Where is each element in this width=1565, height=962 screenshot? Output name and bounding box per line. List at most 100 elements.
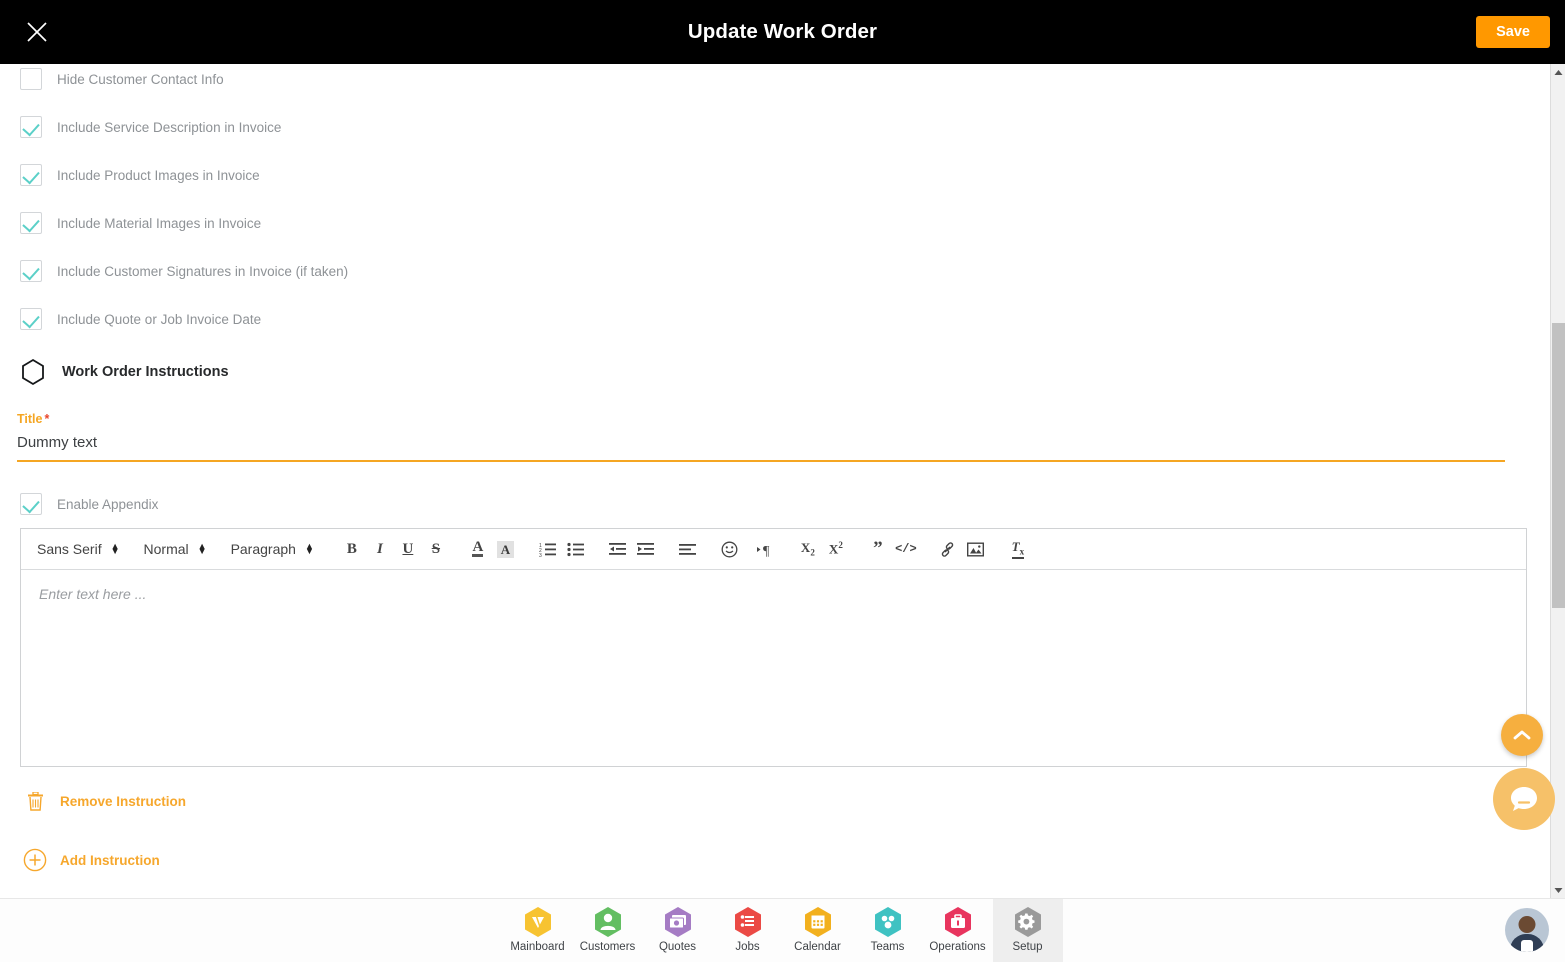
mainboard-icon [524, 906, 551, 937]
code-block-icon[interactable]: </> [892, 535, 920, 563]
nav-label: Jobs [735, 940, 760, 953]
nav-item-customers[interactable]: Customers [573, 899, 643, 957]
customers-icon [594, 906, 621, 937]
background-color-icon[interactable]: A [492, 535, 520, 563]
form-scroll-area: Hide Customer Contact Info Include Servi… [0, 64, 1551, 898]
nav-item-teams[interactable]: Teams [853, 899, 923, 957]
user-avatar[interactable] [1505, 908, 1549, 952]
underline-icon[interactable]: U [394, 535, 422, 563]
checkbox-hide-customer-contact-info[interactable]: Hide Customer Contact Info [20, 68, 224, 90]
title-field[interactable]: Title * Dummy text [17, 412, 1505, 462]
jobs-icon [734, 906, 761, 937]
teams-icon [874, 906, 901, 937]
plus-circle-icon [22, 848, 48, 872]
checkbox-label: Include Material Images in Invoice [57, 215, 262, 231]
align-icon[interactable] [674, 535, 702, 563]
scrollbar-up-arrow-icon[interactable] [1551, 64, 1565, 80]
font-family-select[interactable]: Sans Serif ▲ ▼ [37, 541, 120, 557]
nav-label: Quotes [658, 940, 697, 953]
nav-item-mainboard[interactable]: Mainboard [503, 899, 573, 957]
nav-item-quotes[interactable]: Quotes [643, 899, 713, 957]
nav-item-calendar[interactable]: Calendar [783, 899, 853, 957]
block-format-select[interactable]: Paragraph ▲ ▼ [231, 541, 314, 557]
editor-text-area[interactable]: Enter text here ... [21, 570, 1526, 618]
chevron-updown-icon: ▲ ▼ [110, 541, 120, 556]
text-direction-icon[interactable]: ¶ [752, 535, 780, 563]
superscript-icon[interactable]: X2 [822, 535, 850, 563]
checkbox-box[interactable] [20, 212, 42, 234]
checkbox-include-product-images[interactable]: Include Product Images in Invoice [20, 164, 260, 186]
work-order-screen: Update Work Order Save Hide Customer Con… [0, 0, 1565, 962]
subscript-icon[interactable]: X2 [794, 535, 822, 563]
checkbox-box[interactable] [20, 308, 42, 330]
bottom-nav-items: Mainboard Customers Quotes Jobs Calendar… [503, 898, 1063, 962]
font-size-value: Normal [143, 541, 189, 557]
calendar-icon [804, 906, 831, 937]
operations-icon [944, 906, 971, 937]
title-input[interactable]: Dummy text [17, 434, 1505, 460]
ordered-list-icon[interactable]: 1 2 3 [534, 535, 562, 563]
indent-icon[interactable] [632, 535, 660, 563]
clear-format-icon[interactable]: Tx [1004, 535, 1032, 563]
outdent-icon[interactable] [604, 535, 632, 563]
scrollbar-thumb[interactable] [1552, 323, 1565, 608]
checkbox-label: Hide Customer Contact Info [57, 71, 224, 87]
remove-instruction-label: Remove Instruction [60, 794, 187, 809]
chevron-updown-icon: ▲ ▼ [304, 541, 314, 556]
checkbox-label: Enable Appendix [57, 496, 159, 512]
nav-label: Teams [870, 940, 905, 953]
nav-item-operations[interactable]: Operations [923, 899, 993, 957]
hexagon-icon [22, 358, 44, 386]
checkbox-box[interactable] [20, 116, 42, 138]
svg-text:A: A [501, 542, 511, 557]
chevron-updown-icon: ▲ ▼ [197, 541, 207, 556]
checkbox-include-quote-or-job-invoice-date[interactable]: Include Quote or Job Invoice Date [20, 308, 261, 330]
link-icon[interactable] [934, 535, 962, 563]
strikethrough-icon[interactable]: S [422, 535, 450, 563]
font-size-select[interactable]: Normal ▲ ▼ [144, 541, 207, 557]
section-header-work-order-instructions: Work Order Instructions [20, 358, 229, 386]
vertical-scrollbar[interactable] [1550, 64, 1565, 898]
trash-icon [22, 792, 48, 811]
bold-icon[interactable]: B [338, 535, 366, 563]
nav-label: Customers [579, 940, 636, 953]
avatar-shirt [1521, 940, 1533, 952]
svg-text:3: 3 [539, 553, 542, 557]
rich-text-editor: Sans Serif ▲ ▼ Normal ▲ ▼ Paragraph ▲ ▼ B I… [20, 528, 1527, 767]
scroll-to-top-button[interactable] [1501, 714, 1543, 756]
emoji-icon[interactable] [716, 535, 744, 563]
nav-item-jobs[interactable]: Jobs [713, 899, 783, 957]
scrollbar-down-arrow-icon[interactable] [1551, 882, 1565, 898]
checkbox-box[interactable] [20, 164, 42, 186]
quotes-icon [664, 906, 691, 937]
font-family-value: Sans Serif [37, 541, 102, 557]
save-button[interactable]: Save [1476, 16, 1550, 48]
checkbox-label: Include Product Images in Invoice [57, 167, 260, 183]
title-label-text: Title [17, 412, 43, 426]
add-instruction-button[interactable]: Add Instruction [22, 848, 160, 872]
chevron-up-icon [1513, 730, 1531, 740]
image-icon[interactable] [962, 535, 990, 563]
checkbox-include-service-description[interactable]: Include Service Description in Invoice [20, 116, 281, 138]
nav-item-setup[interactable]: Setup [992, 898, 1063, 962]
checkbox-box[interactable] [20, 68, 42, 90]
checkbox-enable-appendix[interactable]: Enable Appendix [20, 493, 158, 515]
italic-icon[interactable]: I [366, 535, 394, 563]
title-field-underline [17, 460, 1505, 462]
checkbox-include-material-images[interactable]: Include Material Images in Invoice [20, 212, 261, 234]
setup-icon [1014, 906, 1041, 937]
remove-instruction-button[interactable]: Remove Instruction [22, 792, 186, 811]
avatar-head [1518, 916, 1536, 933]
blockquote-icon[interactable]: ” [864, 535, 892, 563]
checkbox-include-customer-signatures[interactable]: Include Customer Signatures in Invoice (… [20, 260, 348, 282]
add-instruction-label: Add Instruction [60, 852, 160, 868]
nav-label: Operations [929, 940, 986, 953]
chat-support-button[interactable] [1493, 768, 1555, 830]
nav-label: Mainboard [510, 940, 565, 953]
checkbox-box[interactable] [20, 493, 42, 515]
bullet-list-icon[interactable] [562, 535, 590, 563]
section-title: Work Order Instructions [62, 364, 229, 380]
chat-bubble-icon [1511, 787, 1537, 811]
text-color-icon[interactable]: A [464, 535, 492, 563]
checkbox-box[interactable] [20, 260, 42, 282]
